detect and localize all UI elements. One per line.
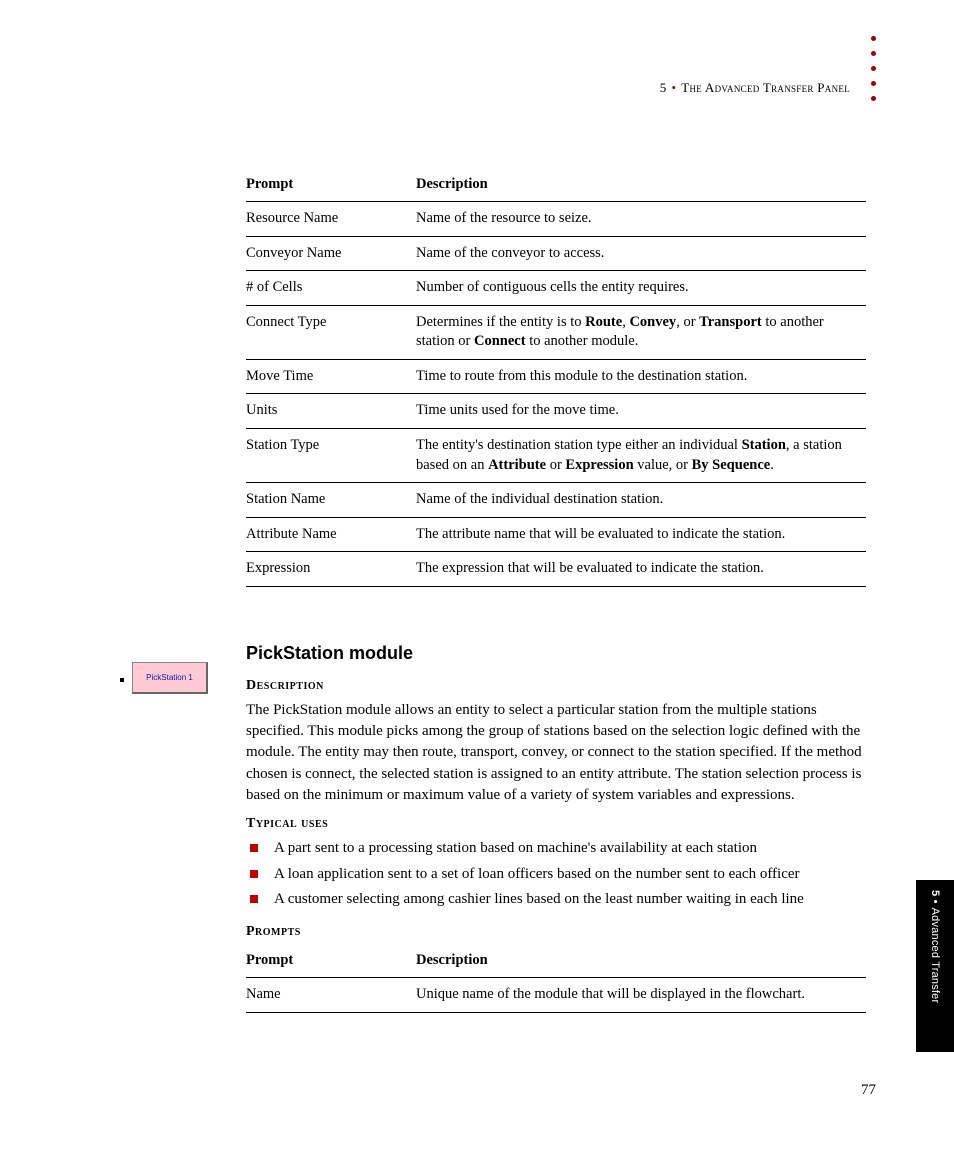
dot-icon xyxy=(871,66,876,71)
cell-description: The entity's destination station type ei… xyxy=(416,428,866,482)
chapter-title: The Advanced Transfer Panel xyxy=(681,80,850,95)
col-description: Description xyxy=(416,170,866,202)
thumb-tab-label: Advanced Transfer xyxy=(929,908,941,1004)
list-item: A part sent to a processing station base… xyxy=(270,838,866,859)
cell-prompt: Name xyxy=(246,978,416,1013)
chapter-thumb-tab: 5 • Advanced Transfer xyxy=(916,880,954,1052)
thumb-tab-num: 5 • xyxy=(929,890,941,904)
uses-heading: Typical uses xyxy=(246,816,866,832)
cell-description: Name of the conveyor to access. xyxy=(416,236,866,271)
table-row: NameUnique name of the module that will … xyxy=(246,978,866,1013)
cell-description: Number of contiguous cells the entity re… xyxy=(416,271,866,306)
table-row: Resource NameName of the resource to sei… xyxy=(246,202,866,237)
col-prompt: Prompt xyxy=(246,946,416,978)
dot-icon xyxy=(871,96,876,101)
typical-uses-list: A part sent to a processing station base… xyxy=(246,838,866,910)
description-heading: Description xyxy=(246,678,866,694)
list-item: A loan application sent to a set of loan… xyxy=(270,864,866,885)
cell-prompt: Connect Type xyxy=(246,305,416,359)
decorative-dots xyxy=(871,36,876,101)
table2-body: NameUnique name of the module that will … xyxy=(246,978,866,1013)
page: 5 • The Advanced Transfer Panel Prompt D… xyxy=(0,0,954,1163)
prompts-heading: Prompts xyxy=(246,924,866,940)
table-row: Station TypeThe entity's destination sta… xyxy=(246,428,866,482)
prompts-table-2: Prompt Description NameUnique name of th… xyxy=(246,946,866,1013)
cell-prompt: Expression xyxy=(246,552,416,587)
table-row: ExpressionThe expression that will be ev… xyxy=(246,552,866,587)
cell-prompt: Station Type xyxy=(246,428,416,482)
table-header-row: Prompt Description xyxy=(246,946,866,978)
module-title: PickStation module xyxy=(246,643,866,664)
table-row: Connect TypeDetermines if the entity is … xyxy=(246,305,866,359)
col-prompt: Prompt xyxy=(246,170,416,202)
cell-description: The attribute name that will be evaluate… xyxy=(416,517,866,552)
module-description: The PickStation module allows an entity … xyxy=(246,700,866,806)
table-header-row: Prompt Description xyxy=(246,170,866,202)
cell-description: Name of the resource to seize. xyxy=(416,202,866,237)
dot-icon xyxy=(871,36,876,41)
cell-description: Time units used for the move time. xyxy=(416,394,866,429)
cell-prompt: # of Cells xyxy=(246,271,416,306)
running-header: 5 • The Advanced Transfer Panel xyxy=(660,80,850,96)
list-item: A customer selecting among cashier lines… xyxy=(270,889,866,910)
header-separator: • xyxy=(669,80,678,95)
col-description: Description xyxy=(416,946,866,978)
cell-prompt: Units xyxy=(246,394,416,429)
table-row: Attribute NameThe attribute name that wi… xyxy=(246,517,866,552)
table-row: UnitsTime units used for the move time. xyxy=(246,394,866,429)
table-row: Conveyor NameName of the conveyor to acc… xyxy=(246,236,866,271)
main-content: Prompt Description Resource NameName of … xyxy=(246,170,866,1013)
dot-icon xyxy=(871,81,876,86)
pickstation-module-icon: PickStation 1 xyxy=(122,662,214,698)
cell-prompt: Station Name xyxy=(246,483,416,518)
cell-description: Name of the individual destination stati… xyxy=(416,483,866,518)
chapter-number: 5 xyxy=(660,80,667,95)
table-row: Station NameName of the individual desti… xyxy=(246,483,866,518)
cell-prompt: Attribute Name xyxy=(246,517,416,552)
entry-point-icon xyxy=(120,678,124,682)
thumb-tab-text: 5 • Advanced Transfer xyxy=(916,880,954,1052)
cell-description: Determines if the entity is to Route, Co… xyxy=(416,305,866,359)
cell-description: The expression that will be evaluated to… xyxy=(416,552,866,587)
cell-prompt: Move Time xyxy=(246,359,416,394)
module-block: PickStation 1 xyxy=(132,662,208,694)
cell-description: Time to route from this module to the de… xyxy=(416,359,866,394)
table-row: # of CellsNumber of contiguous cells the… xyxy=(246,271,866,306)
page-number: 77 xyxy=(861,1082,876,1099)
cell-prompt: Resource Name xyxy=(246,202,416,237)
table1-body: Resource NameName of the resource to sei… xyxy=(246,202,866,587)
cell-description: Unique name of the module that will be d… xyxy=(416,978,866,1013)
cell-prompt: Conveyor Name xyxy=(246,236,416,271)
prompts-table-1: Prompt Description Resource NameName of … xyxy=(246,170,866,587)
dot-icon xyxy=(871,51,876,56)
module-icon-label: PickStation 1 xyxy=(146,673,193,682)
table-row: Move TimeTime to route from this module … xyxy=(246,359,866,394)
